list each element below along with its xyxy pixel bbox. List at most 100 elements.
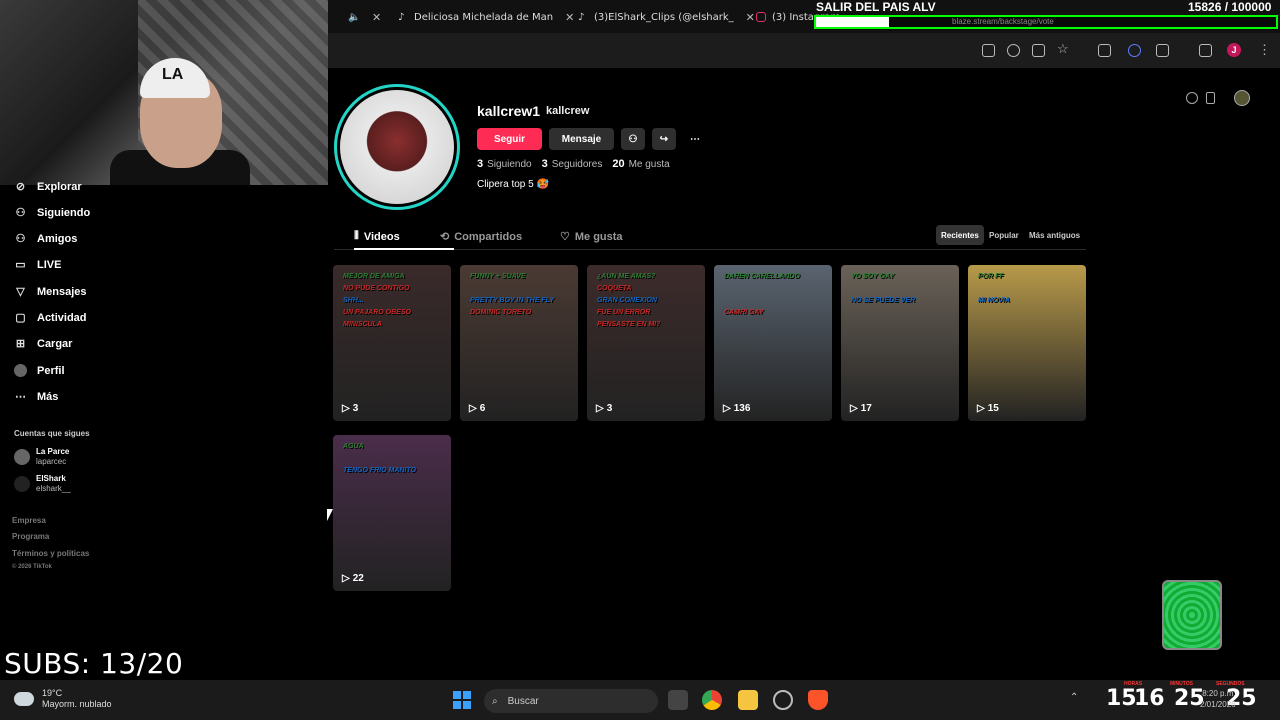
- compass-icon: ⊘: [15, 181, 26, 193]
- task-view-icon[interactable]: [668, 690, 688, 710]
- sidebar-item-amigos[interactable]: ⚇ Amigos: [14, 232, 78, 246]
- obs-icon[interactable]: [773, 690, 793, 710]
- sidebar-item-siguiendo[interactable]: ⚇ Siguiendo: [14, 206, 91, 220]
- message-button[interactable]: Mensaje: [549, 128, 614, 150]
- star-icon[interactable]: ☆: [1057, 41, 1069, 57]
- video-card[interactable]: POR FF MI NOVIA ▷ 15: [968, 265, 1086, 421]
- profile-nickname: kallcrew: [546, 105, 590, 117]
- chrome-icon[interactable]: [702, 690, 722, 710]
- view-count: 17: [860, 403, 872, 414]
- footer-link[interactable]: Programa: [12, 532, 49, 541]
- tab-videos[interactable]: ⦀ Videos: [354, 230, 400, 243]
- cloud-icon: [14, 692, 34, 706]
- live-icon: ▭: [15, 259, 26, 271]
- zoom-icon[interactable]: [1007, 44, 1020, 57]
- video-views: ▷ 3: [596, 403, 612, 414]
- close-icon[interactable]: ✕: [366, 6, 381, 28]
- goal-label: SALIR DEL PAIS ALV: [816, 0, 936, 14]
- avatar[interactable]: [1234, 90, 1250, 106]
- sidebar-item-cargar[interactable]: ⊞ Cargar: [14, 337, 73, 351]
- stat-likes: 20 Me gusta: [612, 158, 670, 170]
- video-views: ▷ 136: [723, 403, 750, 414]
- address-bar-url[interactable]: blaze.stream/backstage/vote: [952, 17, 1054, 26]
- chevron-up-icon[interactable]: ⌃: [1070, 692, 1078, 703]
- sidebar-item-explorar[interactable]: ⊘ Explorar: [14, 180, 82, 194]
- sidebar-item-actividad[interactable]: ▢ Actividad: [14, 311, 86, 325]
- webcam-feed: LA: [0, 0, 328, 185]
- profile-avatar[interactable]: [334, 84, 460, 210]
- start-button[interactable]: [453, 691, 471, 709]
- upload-icon: ⊞: [15, 338, 26, 350]
- playlist-icon[interactable]: [1199, 44, 1212, 57]
- file-explorer-icon[interactable]: [738, 690, 758, 710]
- caption-line: [851, 283, 915, 295]
- video-caption: ¿AUN ME AMAS? COQUETA GRAN CONEXION FUE UN …: [597, 271, 660, 331]
- video-card[interactable]: MEJOR DE AMIGA NO PUDE CONTIGO SHH... UN PA…: [333, 265, 451, 421]
- caption-line: [724, 295, 800, 307]
- tab-2[interactable]: ♪ (3)ElShark_Clips (@elshark_ ✕: [578, 6, 755, 28]
- tab-me-gusta[interactable]: ♡ Me gusta: [560, 230, 623, 244]
- tab-compartidos[interactable]: ⟲ Compartidos: [440, 230, 522, 244]
- view-count: 6: [479, 403, 486, 414]
- grid-icon: ⦀: [354, 230, 359, 242]
- caption-line: MEJOR DE AMIGA: [343, 273, 405, 280]
- subs-counter: SUBS: 13/20: [4, 647, 184, 680]
- taskbar-search[interactable]: ⌕ Buscar: [484, 689, 658, 713]
- video-views: ▷ 22: [342, 573, 364, 584]
- extension-icon[interactable]: [1128, 44, 1141, 57]
- weather-widget[interactable]: 19°C Mayorm. nublado: [14, 688, 112, 710]
- play-icon: ▷: [469, 403, 477, 414]
- following-account[interactable]: ElShark elshark__: [14, 474, 71, 494]
- puzzle-icon[interactable]: [1156, 44, 1169, 57]
- caption-line: NO SE PUEDE VER: [851, 297, 916, 304]
- video-card[interactable]: DAREN CARELLANDO CAMRI GAY ▷ 136: [714, 265, 832, 421]
- video-views: ▷ 3: [342, 403, 358, 414]
- caption-line: MINISCULA: [343, 321, 382, 328]
- footer-link[interactable]: Términos y políticas: [12, 549, 89, 558]
- avatar: [14, 449, 30, 465]
- tiktok-icon: ♪: [398, 12, 405, 23]
- video-card[interactable]: FUNNY + SUAVE PRETTY BOY IN THE FLY DOMINI…: [460, 265, 578, 421]
- footer-link[interactable]: Empresa: [12, 516, 46, 525]
- follow-button[interactable]: Seguir: [477, 128, 542, 150]
- repost-icon: ⟲: [440, 231, 450, 243]
- view-count: 3: [352, 403, 359, 414]
- browser-profile-avatar[interactable]: J: [1227, 43, 1241, 57]
- close-icon[interactable]: ✕: [746, 11, 755, 24]
- sort-popular[interactable]: Popular: [984, 225, 1024, 245]
- brave-icon[interactable]: [808, 690, 828, 710]
- install-icon[interactable]: [1032, 44, 1045, 57]
- stat-following[interactable]: 3 Siguiendo: [477, 158, 532, 170]
- video-views: ▷ 6: [469, 403, 485, 414]
- more-options-icon[interactable]: ⋯: [683, 128, 707, 150]
- video-card[interactable]: YO SOY GAY NO SE PUEDE VER ▷ 17: [841, 265, 959, 421]
- caption-line: COQUETA: [597, 285, 632, 292]
- caption-line: FUE UN ERROR: [597, 309, 651, 316]
- view-count: 15: [987, 403, 999, 414]
- system-clock[interactable]: 8:20 p.m. 2/01/2026: [1200, 688, 1236, 710]
- play-icon: ▷: [342, 403, 350, 414]
- device-icon[interactable]: [1206, 92, 1215, 104]
- tab-1[interactable]: ♪ Deliciosa Michelada de Man ✕: [398, 6, 574, 28]
- video-card[interactable]: AGUA TENGO FRIO MANITO ▷ 22: [333, 435, 451, 591]
- video-card[interactable]: ¿AUN ME AMAS? COQUETA GRAN CONEXION FUE UN …: [587, 265, 705, 421]
- sidebar-item-live[interactable]: ▭ LIVE: [14, 258, 61, 272]
- caption-line: [470, 283, 554, 295]
- close-icon[interactable]: ✕: [565, 11, 574, 24]
- following-account[interactable]: La Parce laparcec: [14, 447, 69, 467]
- sidebar-item-mas[interactable]: ⋯ Más: [14, 390, 58, 404]
- sort-recientes[interactable]: Recientes: [936, 225, 984, 245]
- mute-icon[interactable]: 🔈: [348, 6, 360, 28]
- settings-icon[interactable]: [1186, 92, 1198, 104]
- add-friend-icon[interactable]: ⚇: [621, 128, 645, 150]
- stat-followers[interactable]: 3 Seguidores: [542, 158, 603, 170]
- view-count: 3: [606, 403, 613, 414]
- tiktok-icon: ♪: [578, 12, 585, 23]
- menu-icon[interactable]: ⋮: [1258, 42, 1271, 58]
- sidebar-item-perfil[interactable]: Perfil: [14, 364, 65, 377]
- sort-mas-antiguos[interactable]: Más antiguos: [1024, 225, 1085, 245]
- extension-icon[interactable]: [1098, 44, 1111, 57]
- share-icon[interactable]: ↪: [652, 128, 676, 150]
- sidebar-item-mensajes[interactable]: ▽ Mensajes: [14, 285, 86, 299]
- translate-icon[interactable]: [982, 44, 995, 57]
